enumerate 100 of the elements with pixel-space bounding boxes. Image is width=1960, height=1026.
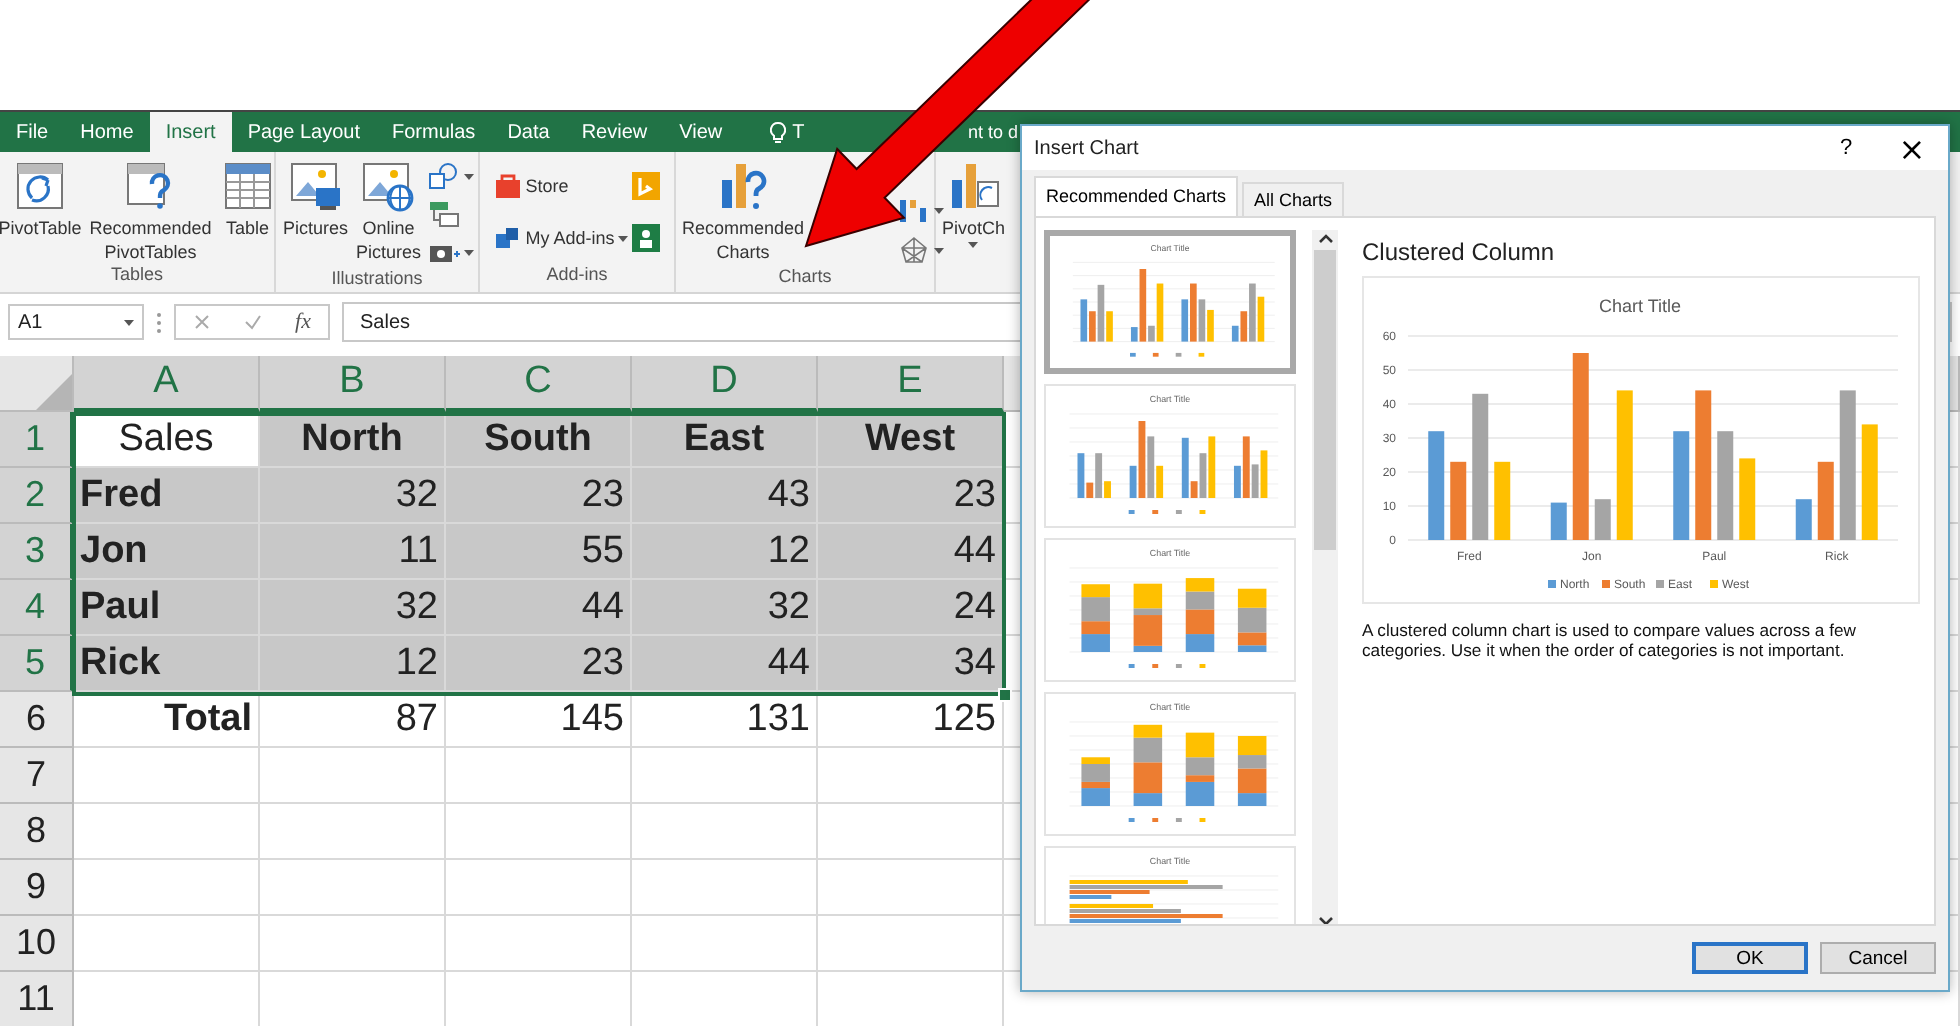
group-label: Add-ins	[544, 264, 610, 288]
radar-button[interactable]	[898, 234, 945, 266]
online-picture-icon	[360, 158, 417, 214]
group-label: Illustrations	[329, 268, 425, 292]
fill-handle[interactable]	[998, 688, 1012, 702]
caret-icon	[463, 249, 473, 255]
table-cell: East	[632, 412, 818, 468]
bar	[1673, 431, 1690, 541]
caret-icon	[618, 235, 629, 241]
row-header[interactable]: 5	[0, 636, 74, 692]
table-cell: 23	[446, 468, 632, 524]
pivot-table-button[interactable]: PivotTable	[0, 158, 84, 240]
row-header[interactable]: 10	[0, 916, 74, 972]
pivot-table-icon	[11, 158, 68, 214]
scrollbar[interactable]	[1312, 230, 1338, 924]
check-icon[interactable]	[243, 314, 262, 330]
table-cell: 55	[446, 524, 632, 580]
table-cell: 34	[818, 636, 1004, 692]
my-addins-button[interactable]: My Add-ins	[493, 222, 629, 254]
table-cell: 32	[260, 580, 446, 636]
column-header[interactable]: D	[632, 356, 818, 412]
ribbon-tab[interactable]: File	[0, 112, 65, 152]
table-cell: 32	[260, 468, 446, 524]
caret-icon	[124, 319, 134, 325]
ribbon-tab[interactable]: Review	[565, 112, 664, 152]
recommended-charts-button[interactable]: Recommended Charts	[680, 158, 807, 264]
dialog-button[interactable]: Cancel	[1820, 942, 1936, 974]
hierarchy-icon	[427, 200, 459, 228]
waterfall-button[interactable]	[898, 194, 945, 226]
ribbon-tab[interactable]: View	[663, 112, 739, 152]
shapes-button[interactable]	[427, 160, 473, 192]
online-pictures-button[interactable]: Online Pictures	[354, 158, 423, 264]
table-cell: Fred	[74, 468, 260, 524]
caret-icon	[934, 207, 945, 213]
row-header[interactable]: 8	[0, 804, 74, 860]
row-header[interactable]: 11	[0, 972, 74, 1026]
chart-description: A clustered column chart is used to compare values across a few categories. Use it when the order of categories is not important.	[1362, 620, 1858, 661]
row-header[interactable]: 9	[0, 860, 74, 916]
column-header[interactable]: E	[818, 356, 1004, 412]
tell-me-text[interactable]: T	[792, 121, 805, 143]
pivot-chart-button[interactable]: PivotCh	[940, 158, 1008, 248]
table-button[interactable]: Table	[217, 158, 278, 240]
column-header[interactable]: B	[260, 356, 446, 412]
store-button[interactable]: Store	[493, 170, 629, 202]
table-cell: 87	[260, 692, 446, 748]
bar	[1817, 462, 1834, 541]
dialog-tab[interactable]: All Charts	[1242, 182, 1345, 217]
table-cell: 32	[632, 580, 818, 636]
table-cell: North	[260, 412, 446, 468]
dialog-tab[interactable]: Recommended Charts	[1034, 176, 1239, 217]
table-cell: Paul	[74, 580, 260, 636]
table-icon	[219, 158, 276, 214]
scroll-up-icon[interactable]	[1317, 230, 1333, 247]
bar	[1428, 431, 1445, 541]
column-header[interactable]: C	[446, 356, 632, 412]
caret-icon	[968, 242, 979, 248]
row-header[interactable]: 2	[0, 468, 74, 524]
puzzle-icon	[493, 224, 522, 252]
table-cell: 12	[260, 636, 446, 692]
row-header[interactable]: 1	[0, 412, 74, 468]
shapes-icon	[427, 162, 459, 190]
help-button[interactable]: ?	[1816, 126, 1876, 171]
tell-me-text[interactable]: nt to d	[967, 112, 1018, 152]
recommended-pivot-button[interactable]: Recommended PivotTables	[87, 158, 214, 264]
people-graph-button[interactable]	[632, 222, 661, 254]
row-header[interactable]: 4	[0, 580, 74, 636]
dialog-title: Insert Chart	[1034, 137, 1141, 160]
ribbon-tab[interactable]: Page Layout	[231, 112, 376, 152]
bar	[1550, 503, 1567, 541]
pictures-button[interactable]: Pictures	[280, 158, 350, 240]
table-cell: 12	[632, 524, 818, 580]
table-cell: 24	[818, 580, 1004, 636]
row-header[interactable]: 3	[0, 524, 74, 580]
chart-title: Chart Title	[1599, 296, 1681, 317]
bar	[1861, 424, 1878, 541]
row-header[interactable]: 7	[0, 748, 74, 804]
table-cell: 11	[260, 524, 446, 580]
group-label: Tables	[108, 264, 165, 288]
ribbon-tab[interactable]: Insert	[149, 112, 232, 152]
ribbon-tab[interactable]: Data	[491, 112, 566, 152]
caret-icon	[463, 173, 473, 179]
table-cell: 44	[818, 524, 1004, 580]
table-cell: South	[446, 412, 632, 468]
table-cell: Total	[74, 692, 260, 748]
insert-function-button[interactable]: fx	[295, 310, 311, 334]
chart-type-heading: Clustered Column	[1362, 238, 1557, 267]
name-box[interactable]: A1	[8, 304, 144, 340]
table-cell: Rick	[74, 636, 260, 692]
table-cell: 44	[446, 580, 632, 636]
table-cell: West	[818, 412, 1004, 468]
table-cell: 43	[632, 468, 818, 524]
ribbon-tab[interactable]: Home	[64, 112, 150, 152]
column-header[interactable]: A	[74, 356, 260, 412]
lightbulb-icon	[770, 121, 787, 143]
close-button[interactable]: ×	[1876, 126, 1948, 171]
bar	[1450, 462, 1467, 541]
dialog-button[interactable]: OK	[1692, 942, 1808, 974]
bar	[1739, 458, 1756, 541]
row-header[interactable]: 6	[0, 692, 74, 748]
ribbon-tab[interactable]: Formulas	[376, 112, 492, 152]
